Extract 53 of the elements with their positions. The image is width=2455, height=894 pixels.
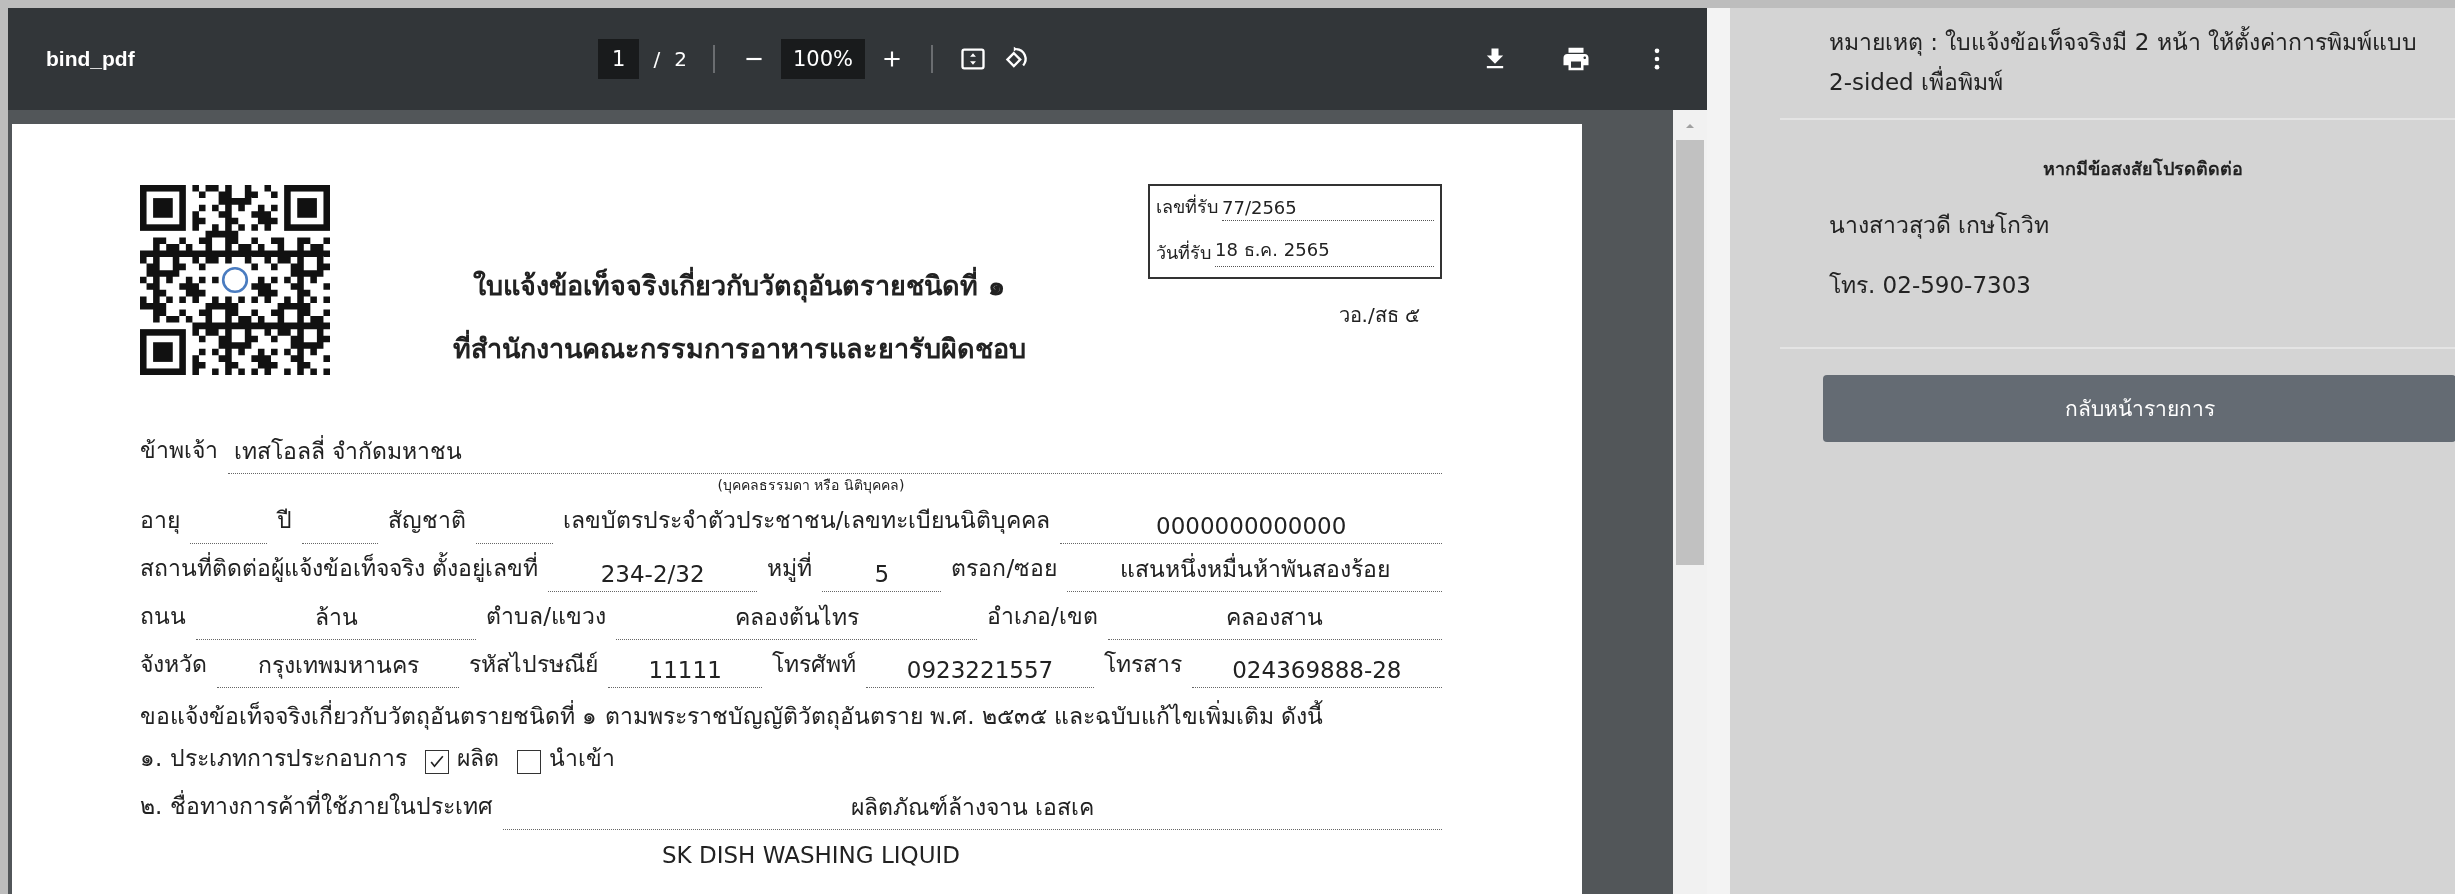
field-label: สัญชาติ xyxy=(388,506,467,535)
field-label: จังหวัด xyxy=(140,650,207,679)
checkbox-label: ผลิต xyxy=(456,744,499,773)
field-value: SK DISH WASHING LIQUID xyxy=(661,841,961,868)
field-value: 11111 xyxy=(608,657,763,688)
contact-phone: โทร. 02-590-7303 xyxy=(1828,271,2032,300)
field-caption: (บุคคลธรรมดา หรือ นิติบุคคล) xyxy=(716,476,906,496)
zoom-field[interactable]: 100% xyxy=(780,39,865,79)
page-separator: / xyxy=(653,47,661,71)
field-value: 5 xyxy=(822,561,942,592)
field-label: อำเภอ/เขต xyxy=(987,602,1098,631)
field-value: ผลิตภัณฑ์ล้างจาน เอสเค xyxy=(502,789,1442,830)
field-label: โทรศัพท์ xyxy=(772,650,857,679)
contact-heading: หากมีข้อสงสัยโปรดติดต่อ xyxy=(2042,157,2244,181)
field-value: 0923221557 xyxy=(866,657,1094,688)
field-label: ตรอก/ซอย xyxy=(951,554,1058,583)
field-label: ๒. ชื่อทางการค้าที่ใช้ภายในประเทศ xyxy=(140,788,493,830)
scrollbar-thumb[interactable] xyxy=(1676,140,1704,565)
field-label: ถนน xyxy=(140,602,186,631)
field-value: ล้าน xyxy=(196,599,477,640)
document-heading: ที่สำนักงานคณะกรรมการอาหารและยารับผิดชอบ xyxy=(452,327,1026,370)
field-label: เลขบัตรประจำตัวประชาชน/เลขทะเบียนนิติบุคคล xyxy=(562,506,1051,536)
field-label: สถานที่ติดต่อผู้แจ้งข้อเท็จจริง ตั้งอยู่เลขที่ xyxy=(140,550,539,592)
field-label: อายุ xyxy=(140,506,180,536)
field-value: 234-2/32 xyxy=(548,561,757,592)
field-value: คลองสาน xyxy=(1107,599,1442,640)
field-label: รหัสไปรษณีย์ xyxy=(469,650,599,679)
contact-name: นางสาวสุวดี เกษโกวิท xyxy=(1828,211,2051,241)
field-label: ปี xyxy=(276,506,292,535)
checkbox-label: นำเข้า xyxy=(548,744,615,773)
field-value: แสนหนึ่งหมื่นห้าพันสองร้อย xyxy=(1067,551,1442,592)
field-label: เลขที่รับ xyxy=(1156,193,1218,219)
field-label: ๑. ประเภทการประกอบการ xyxy=(140,744,407,773)
field-label: โทรสาร xyxy=(1103,650,1182,679)
field-value: 024369888-28 xyxy=(1191,657,1443,688)
field-label: ข้าพเจ้า xyxy=(140,436,218,465)
back-button[interactable]: กลับหน้ารายการ xyxy=(1823,375,2455,442)
form-sentence: ขอแจ้งข้อเท็จจริงเกี่ยวกับวัตถุอันตรายชนิดที่ ๑ ตามพระราชบัญญัติวัตถุอันตราย พ.ศ. ๒๕๓๕ และฉบับแก้ไขเพิ่มเติม ดังนี้ xyxy=(140,688,1442,734)
page-number-field[interactable]: 1 xyxy=(598,39,640,79)
field-value: เทสโอลลี่ จำกัดมหาชน xyxy=(228,433,1442,474)
field-value: 77/2565 xyxy=(1222,197,1434,221)
field-value: คลองต้นไทร xyxy=(615,599,978,640)
field-label: วันที่รับ xyxy=(1156,239,1211,265)
field-label: ตำบล/แขวง xyxy=(486,602,606,631)
field-label: หมู่ที่ xyxy=(767,550,812,592)
field-value: 0000000000000 xyxy=(1060,513,1442,544)
page-total: 2 xyxy=(674,47,687,71)
field-value: กรุงเทพมหานคร xyxy=(217,647,460,688)
note-text: หมายเหตุ : ใบแจ้งข้อเท็จจริงมี 2 หน้า ให้ตั้งค่าการพิมพ์แบบ 2-sided เพื่อพิมพ์ xyxy=(1780,22,2455,102)
document-title: bind_pdf xyxy=(46,47,135,71)
form-code: วอ./สธ ๕ xyxy=(1338,302,1420,329)
document-heading: ใบแจ้งข้อเท็จจริงเกี่ยวกับวัตถุอันตรายชนิดที่ ๑ xyxy=(473,264,1005,307)
field-value: 18 ธ.ค. 2565 xyxy=(1215,235,1434,267)
